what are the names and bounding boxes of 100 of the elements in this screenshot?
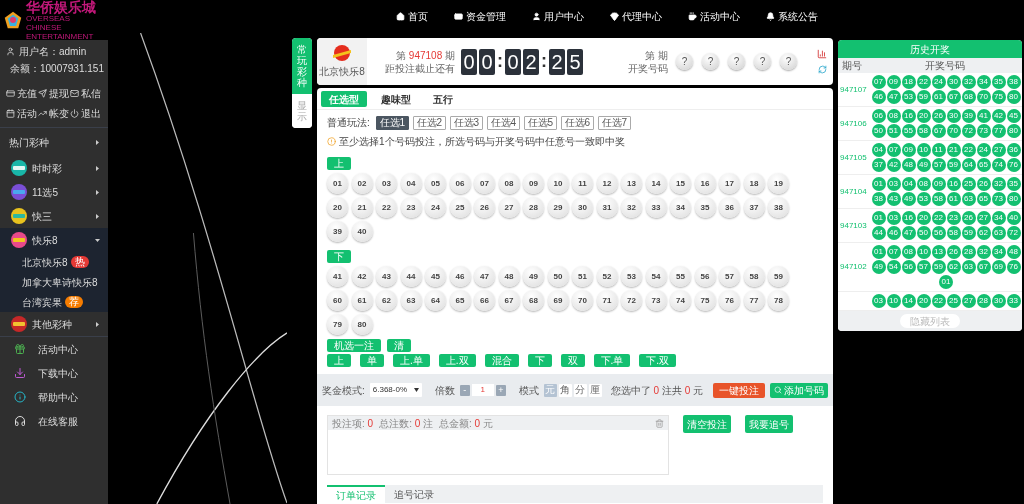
play-type-tab[interactable]: 五行: [425, 91, 461, 107]
sidebar-link[interactable]: 帮助中心: [0, 385, 108, 409]
nav-link[interactable]: 首页: [396, 9, 428, 24]
sidebar-link[interactable]: 下载中心: [0, 361, 108, 385]
lottery-logo-icon: [11, 208, 27, 224]
info-icon: [327, 137, 336, 146]
unit-mode-option[interactable]: 厘: [588, 383, 602, 397]
selection-summary: 您选中了 0 注共 0 元: [610, 383, 704, 398]
countdown-digit: 2: [549, 48, 565, 75]
menu-item[interactable]: 热门彩种: [0, 128, 108, 156]
headset-icon: [14, 415, 26, 427]
sidebar-link[interactable]: 活动中心: [0, 337, 108, 361]
search-icon: [774, 386, 783, 394]
countdown-digit: 0: [461, 48, 477, 75]
menu-item[interactable]: 时时彩: [0, 156, 108, 180]
submenu-item[interactable]: 台湾宾果: [22, 294, 62, 310]
game-name: 北京快乐8: [319, 65, 365, 79]
caret-icon: [95, 237, 100, 243]
power-icon: [70, 109, 79, 118]
menu-item[interactable]: 快三: [0, 204, 108, 228]
record-tab[interactable]: 追号记录: [385, 485, 443, 503]
account-action-link[interactable]: 充值: [6, 86, 38, 101]
username-text: 用户名：admin: [19, 45, 87, 59]
card-icon: [454, 12, 463, 21]
issue-number: 947106: [839, 117, 868, 130]
nav-link[interactable]: 代理中心: [610, 9, 662, 24]
issue-number: 947104: [839, 185, 868, 198]
sidebar-link[interactable]: 在线客服: [0, 409, 108, 433]
rule-hint: 至少选择1个号码投注，所选号码与开奖号码中任意号一致即中奖: [339, 135, 625, 149]
column-header: 开奖号码: [924, 59, 966, 73]
account-action-link[interactable]: 帐变: [38, 106, 70, 121]
nav-link[interactable]: 活动中心: [688, 9, 740, 24]
paper-plane-icon: [38, 89, 47, 98]
countdown-digit: 5: [567, 48, 583, 75]
badge: 荐: [65, 296, 83, 308]
balance-text: 余额：10007931.151: [10, 62, 104, 76]
countdown-digit: 0: [479, 48, 495, 75]
play-option[interactable]: 任选2: [412, 115, 446, 130]
lottery-logo-icon: [11, 316, 27, 332]
bet-items-text: 投注项: 0: [332, 416, 374, 431]
user-icon: [6, 47, 15, 56]
caret-icon: [95, 189, 100, 195]
nav-link[interactable]: 用户中心: [532, 9, 584, 24]
play-option[interactable]: 任选7: [597, 115, 631, 130]
line-chart-icon: [38, 109, 47, 118]
download-icon: [14, 367, 26, 379]
history-title: 历史开奖: [910, 42, 950, 57]
play-option[interactable]: 任选5: [523, 115, 557, 130]
account-action-link[interactable]: 活动: [6, 106, 38, 121]
issue-number: 947103: [839, 219, 868, 232]
last-issue-label: 第 期: [645, 48, 668, 62]
nav-link[interactable]: 系统公告: [766, 9, 818, 24]
caret-icon: [95, 139, 100, 145]
countdown-digit: 0: [505, 48, 521, 75]
play-option[interactable]: 任选1: [375, 115, 409, 130]
play-option[interactable]: 任选6: [560, 115, 594, 130]
play-option[interactable]: 任选4: [486, 115, 520, 130]
calendar-icon: [6, 109, 15, 118]
game-logo-icon: [331, 44, 353, 62]
quick-bet-button[interactable]: 一键投注: [713, 382, 766, 398]
column-header: 期号: [841, 59, 863, 73]
submenu-item[interactable]: 北京快乐8: [22, 254, 68, 270]
nav-link[interactable]: 资金管理: [454, 9, 506, 24]
prize-mode-label: 奖金模式:: [322, 383, 365, 398]
play-type-tab[interactable]: 趣味型: [373, 91, 419, 107]
unit-mode-option[interactable]: 分: [573, 383, 587, 397]
play-mode-label: 普通玩法:: [327, 116, 370, 130]
lottery-logo-icon: [11, 184, 27, 200]
home-icon: [396, 12, 405, 21]
caret-icon: [95, 321, 100, 327]
mail-icon: [70, 89, 79, 98]
user-icon: [532, 12, 541, 21]
play-option[interactable]: 任选3: [449, 115, 483, 130]
countdown-digit: 2: [523, 48, 539, 75]
account-action-link[interactable]: 提现: [38, 86, 70, 101]
gift-icon: [14, 343, 26, 355]
unit-mode-option[interactable]: 角: [558, 383, 572, 397]
dropdown-caret-icon: [413, 388, 419, 392]
menu-item[interactable]: 其他彩种: [0, 312, 108, 336]
badge: 热: [70, 256, 89, 268]
submenu-item[interactable]: 加拿大卑诗快乐8: [22, 274, 98, 290]
issue-text: 第 947108 期: [396, 48, 455, 62]
chart-icon[interactable]: [817, 49, 827, 59]
trash-icon[interactable]: [655, 418, 664, 428]
countdown-colon: :: [541, 50, 547, 73]
caret-icon: [95, 213, 100, 219]
issue-number: 947107: [839, 83, 868, 96]
caret-icon: [95, 165, 100, 171]
account-action-link[interactable]: 退出: [70, 106, 102, 121]
refresh-icon[interactable]: [817, 65, 827, 74]
prize-mode-select[interactable]: 6.368-0%: [369, 383, 422, 397]
card-icon: [6, 89, 15, 98]
account-action-link[interactable]: 私信: [70, 86, 102, 101]
issue-number: 947102: [839, 261, 868, 273]
multiplier-field[interactable]: 1: [471, 384, 494, 396]
logo-subtitle: OVERSEAS CHINESE ENTERTAINMENT: [26, 13, 94, 41]
diamond-icon: [610, 12, 619, 21]
menu-item[interactable]: 11选5: [0, 180, 108, 204]
unit-mode-label: 模式: [518, 383, 539, 398]
bet-total-text: 总金额: 0 元: [439, 416, 493, 431]
